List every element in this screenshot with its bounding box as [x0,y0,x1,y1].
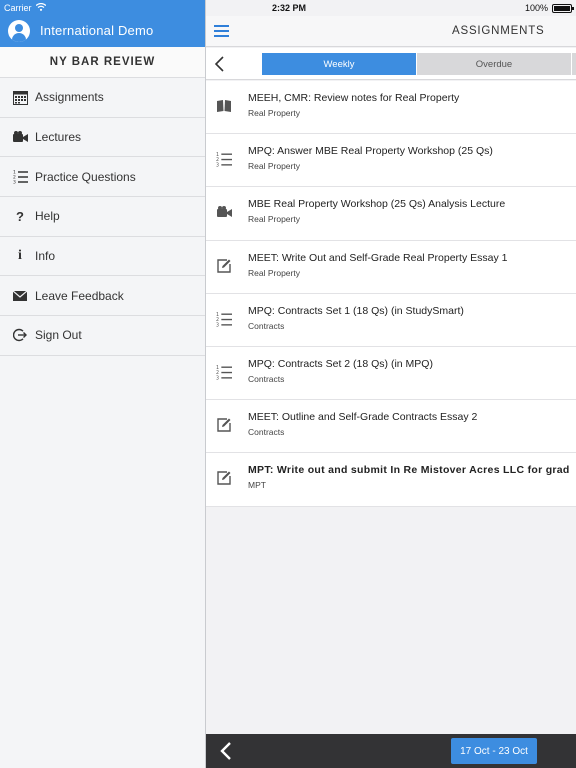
assignment-subject: Real Property [248,214,300,225]
svg-text:1: 1 [216,365,219,371]
sidebar-item-label: Help [35,209,60,224]
sidebar-item-info[interactable]: i Info [0,237,205,277]
bottom-toolbar: 17 Oct - 23 Oct [206,734,576,768]
sidebar-item-sign-out[interactable]: Sign Out [0,316,205,356]
page-title: ASSIGNMENTS [452,25,545,37]
sidebar-item-label: Assignments [35,90,104,105]
assignment-title: MEET: Outline and Self-Grade Contracts E… [248,411,478,424]
wifi-icon [35,2,46,13]
numbered-list-icon: 123 [215,150,233,168]
numbered-list-icon: 123 [12,169,28,185]
numbered-list-icon: 123 [215,363,233,381]
hamburger-menu-icon[interactable] [214,25,229,37]
video-camera-icon [215,203,233,221]
sidebar-item-leave-feedback[interactable]: Leave Feedback [0,276,205,317]
svg-text:3: 3 [13,180,16,185]
tab-weekly[interactable]: Weekly [262,53,416,75]
course-title: NY BAR REVIEW [0,47,205,78]
status-right: 100% [524,3,574,13]
assignment-row[interactable]: 123 MPQ: Contracts Set 2 (18 Qs) (in MPQ… [206,347,576,401]
assignment-row[interactable]: 123 MPQ: Contracts Set 1 (18 Qs) (in Stu… [206,294,576,347]
assignment-subject: MPT [248,480,266,491]
edit-icon [215,416,233,434]
assignment-row[interactable]: MBE Real Property Workshop (25 Qs) Analy… [206,187,576,241]
svg-text:2: 2 [216,157,219,163]
svg-text:2: 2 [216,317,219,323]
calendar-icon [12,89,28,105]
assignment-row[interactable]: MEET: Outline and Self-Grade Contracts E… [206,400,576,454]
sidebar-item-practice-questions[interactable]: 123 Practice Questions [0,157,205,198]
svg-text:3: 3 [216,163,219,168]
assignment-title: MPQ: Answer MBE Real Property Workshop (… [248,145,493,158]
battery-percent: 100% [524,3,548,13]
assignment-row[interactable]: 123 MPQ: Answer MBE Real Property Worksh… [206,134,576,188]
sidebar-item-label: Leave Feedback [35,288,124,303]
tab-overdue[interactable]: Overdue [417,53,571,75]
sidebar-item-label: Info [35,249,56,264]
sign-out-icon [12,327,28,343]
clock: 2:32 PM [272,3,307,13]
assignment-subject: Real Property [248,267,300,278]
status-left: Carrier [4,2,46,13]
info-icon: i [18,248,22,264]
user-name: International Demo [40,23,154,38]
main-panel: ASSIGNMENTS Weekly Overdue MEEH, CMR: Re… [206,0,576,768]
assignment-row[interactable]: MPT: Write out and submit In Re Mistover… [206,453,576,507]
assignment-subject: Contracts [248,427,285,438]
question-mark-icon: ? [16,208,24,224]
svg-text:3: 3 [216,322,219,327]
avatar-icon[interactable] [8,19,30,42]
svg-text:3: 3 [216,375,219,380]
assignment-subject: Real Property [248,108,300,118]
assignment-title: MEEH, CMR: Review notes for Real Propert… [248,92,460,104]
assignment-subject: Real Property [248,161,300,172]
numbered-list-icon: 123 [215,310,233,328]
status-bar: Carrier 2:32 PM 100% [0,0,576,16]
tab-overflow[interactable] [572,53,576,75]
sidebar-item-lectures[interactable]: Lectures [0,118,205,158]
battery-icon [552,3,574,13]
svg-text:1: 1 [216,152,219,158]
carrier-label: Carrier [4,3,32,13]
edit-icon [215,257,233,275]
assignment-title: MPQ: Contracts Set 1 (18 Qs) (in StudySm… [248,304,464,317]
sidebar-item-help[interactable]: ? Help [0,197,205,237]
assignment-subject: Contracts [248,320,285,331]
date-range-button[interactable]: 17 Oct - 23 Oct [451,738,537,764]
assignment-title: MPQ: Contracts Set 2 (18 Qs) (in MPQ) [248,357,433,370]
envelope-icon [12,288,28,304]
sidebar-item-label: Practice Questions [35,169,136,184]
sidebar-item-assignments[interactable]: Assignments [0,78,205,118]
svg-text:1: 1 [216,312,219,318]
tab-bar: Weekly Overdue [206,48,576,80]
previous-week-chevron-icon[interactable] [218,741,234,761]
sidebar: International Demo NY BAR REVIEW Assignm… [0,0,206,768]
assignment-title: MPT: Write out and submit In Re Mistover… [248,464,570,477]
assignment-title: MBE Real Property Workshop (25 Qs) Analy… [248,198,506,211]
svg-text:2: 2 [216,370,219,376]
sidebar-item-label: Lectures [35,130,82,145]
assignment-subject: Contracts [248,373,285,384]
assignment-list: MEEH, CMR: Review notes for Real Propert… [206,81,576,507]
assignment-row[interactable]: MEET: Write Out and Self-Grade Real Prop… [206,241,576,294]
video-camera-icon [12,129,28,145]
assignment-title: MEET: Write Out and Self-Grade Real Prop… [248,251,508,264]
edit-icon [215,469,233,487]
sidebar-item-label: Sign Out [35,328,82,343]
back-chevron-icon[interactable] [212,55,228,73]
top-nav-bar: ASSIGNMENTS [206,16,576,47]
assignment-row[interactable]: MEEH, CMR: Review notes for Real Propert… [206,81,576,135]
book-icon [215,97,233,115]
